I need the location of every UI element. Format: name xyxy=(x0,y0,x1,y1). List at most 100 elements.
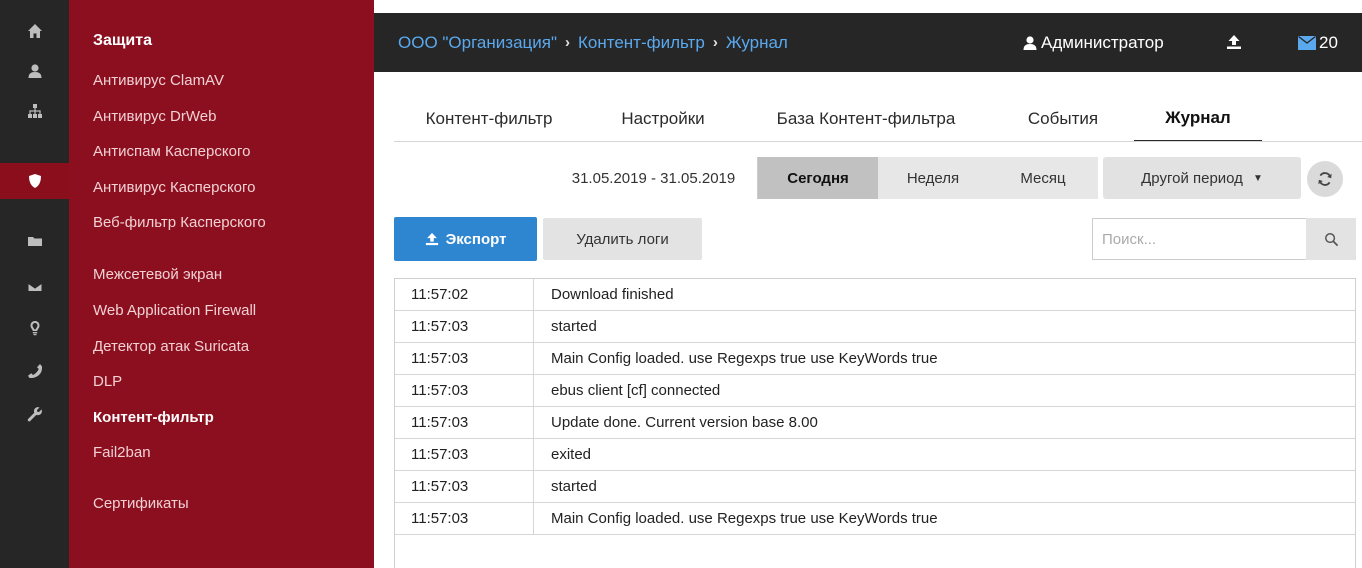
log-time: 11:57:03 xyxy=(411,382,469,399)
period-today-button[interactable]: Сегодня xyxy=(758,157,878,199)
tab-content-filter[interactable]: Контент-фильтр xyxy=(394,96,584,142)
tab-settings[interactable]: Настройки xyxy=(590,96,736,142)
search-input[interactable] xyxy=(1092,218,1306,260)
export-label: Экспорт xyxy=(445,230,507,248)
menu-item-fail2ban[interactable]: Fail2ban xyxy=(93,443,151,463)
breadcrumb-content-filter[interactable]: Контент-фильтр xyxy=(578,33,705,53)
menu-item-firewall[interactable]: Межсетевой экран xyxy=(93,265,222,285)
column-divider xyxy=(533,279,534,310)
delete-logs-button[interactable]: Удалить логи xyxy=(543,218,702,260)
lightbulb-icon xyxy=(30,321,39,336)
menu-item-suricata[interactable]: Детектор атак Suricata xyxy=(93,337,249,357)
column-divider xyxy=(533,471,534,502)
caret-down-icon: ▼ xyxy=(1252,172,1263,184)
log-message: started xyxy=(551,478,597,495)
refresh-button[interactable] xyxy=(1307,161,1343,197)
search-icon xyxy=(1324,232,1338,246)
menu-item-drweb[interactable]: Антивирус DrWeb xyxy=(93,107,216,127)
envelope-icon xyxy=(27,282,42,292)
menu-item-certificates[interactable]: Сертификаты xyxy=(93,494,189,514)
log-message: ebus client [cf] connected xyxy=(551,382,721,399)
column-divider xyxy=(533,311,534,342)
rail-network[interactable] xyxy=(0,93,69,129)
menu-item-dlp[interactable]: DLP xyxy=(93,372,122,392)
messages-button[interactable]: 20 xyxy=(1298,13,1338,72)
upload-icon xyxy=(1227,35,1241,49)
envelope-icon xyxy=(1298,35,1316,50)
breadcrumb-journal[interactable]: Журнал xyxy=(726,33,788,53)
log-time: 11:57:02 xyxy=(411,286,469,303)
log-row: 11:57:02 Download finished xyxy=(395,279,1355,311)
column-divider xyxy=(533,439,534,470)
other-period-label: Другой период xyxy=(1141,169,1243,187)
other-period-dropdown[interactable]: Другой период ▼ xyxy=(1103,157,1301,199)
rail-ideas[interactable] xyxy=(0,310,69,346)
menu-item-clamav[interactable]: Антивирус ClamAV xyxy=(93,71,224,91)
period-month-button[interactable]: Месяц xyxy=(988,157,1098,199)
rail-tools[interactable] xyxy=(0,396,69,432)
menu-item-kaspersky-webfilter[interactable]: Веб-фильтр Касперского xyxy=(93,213,266,233)
user-menu[interactable]: Администратор xyxy=(1022,13,1164,72)
section-menu: Защита Антивирус ClamAV Антивирус DrWeb … xyxy=(69,0,374,568)
breadcrumb-separator: › xyxy=(712,34,718,51)
rail-security[interactable] xyxy=(0,163,69,199)
menu-title: Защита xyxy=(93,32,152,49)
column-divider xyxy=(533,375,534,406)
tab-filter-database[interactable]: База Контент-фильтра xyxy=(741,96,991,142)
user-icon xyxy=(1023,35,1037,50)
log-row: 11:57:03 Main Config loaded. use Regexps… xyxy=(395,343,1355,375)
app-root: Защита Антивирус ClamAV Антивирус DrWeb … xyxy=(0,0,1362,568)
export-button[interactable]: Экспорт xyxy=(394,217,537,261)
wrench-icon xyxy=(27,407,42,422)
messages-count: 20 xyxy=(1319,32,1338,52)
tab-events[interactable]: События xyxy=(995,96,1131,142)
rail-files[interactable] xyxy=(0,223,69,259)
rail-mail[interactable] xyxy=(0,269,69,305)
rail-users[interactable] xyxy=(0,53,69,89)
column-divider xyxy=(533,407,534,438)
breadcrumb-separator: › xyxy=(565,34,570,51)
user-icon xyxy=(28,64,41,78)
log-table: 11:57:02 Download finished 11:57:03 star… xyxy=(394,278,1356,568)
tab-bar: Контент-фильтр Настройки База Контент-фи… xyxy=(394,96,1362,142)
log-message: started xyxy=(551,318,597,335)
log-message: exited xyxy=(551,446,592,463)
menu-item-kaspersky-antivirus[interactable]: Антивирус Касперского xyxy=(93,178,256,198)
log-row: 11:57:03 started xyxy=(395,471,1355,503)
log-time: 11:57:03 xyxy=(411,414,469,431)
period-week-button[interactable]: Неделя xyxy=(878,157,988,199)
menu-item-waf[interactable]: Web Application Firewall xyxy=(93,301,256,321)
menu-item-kaspersky-antispam[interactable]: Антиспам Касперского xyxy=(93,142,250,162)
log-message: Download finished xyxy=(551,286,674,303)
tabs-divider xyxy=(394,141,1362,142)
home-icon xyxy=(27,24,42,38)
column-divider xyxy=(533,343,534,374)
log-row: 11:57:03 exited xyxy=(395,439,1355,471)
user-name: Администратор xyxy=(1041,32,1164,52)
tab-journal[interactable]: Журнал xyxy=(1134,96,1262,142)
date-range[interactable]: 31.05.2019 - 31.05.2019 xyxy=(550,157,758,199)
rail-telephony[interactable] xyxy=(0,353,69,389)
log-row: 11:57:03 started xyxy=(395,311,1355,343)
icon-rail xyxy=(0,0,69,568)
log-message: Main Config loaded. use Regexps true use… xyxy=(551,350,938,367)
upload-icon xyxy=(425,232,438,246)
log-row: 11:57:03 ebus client [cf] connected xyxy=(395,375,1355,407)
upload-button[interactable] xyxy=(1226,34,1242,50)
log-row: 11:57:03 Update done. Current version ba… xyxy=(395,407,1355,439)
menu-item-content-filter[interactable]: Контент-фильтр xyxy=(93,408,214,428)
log-row: 11:57:03 Main Config loaded. use Regexps… xyxy=(395,503,1355,535)
column-divider xyxy=(533,503,534,534)
network-icon xyxy=(27,104,42,118)
log-time: 11:57:03 xyxy=(411,510,469,527)
log-message: Update done. Current version base 8.00 xyxy=(551,414,818,431)
search-button[interactable] xyxy=(1306,218,1356,260)
breadcrumb-organization[interactable]: ООО "Организация" xyxy=(398,33,557,53)
log-time: 11:57:03 xyxy=(411,478,469,495)
log-message: Main Config loaded. use Regexps true use… xyxy=(551,510,938,527)
refresh-icon xyxy=(1318,172,1332,186)
shield-icon xyxy=(28,174,41,188)
top-bar: ООО "Организация" › Контент-фильтр › Жур… xyxy=(374,13,1362,72)
breadcrumb: ООО "Организация" › Контент-фильтр › Жур… xyxy=(398,13,788,72)
rail-home[interactable] xyxy=(0,13,69,49)
